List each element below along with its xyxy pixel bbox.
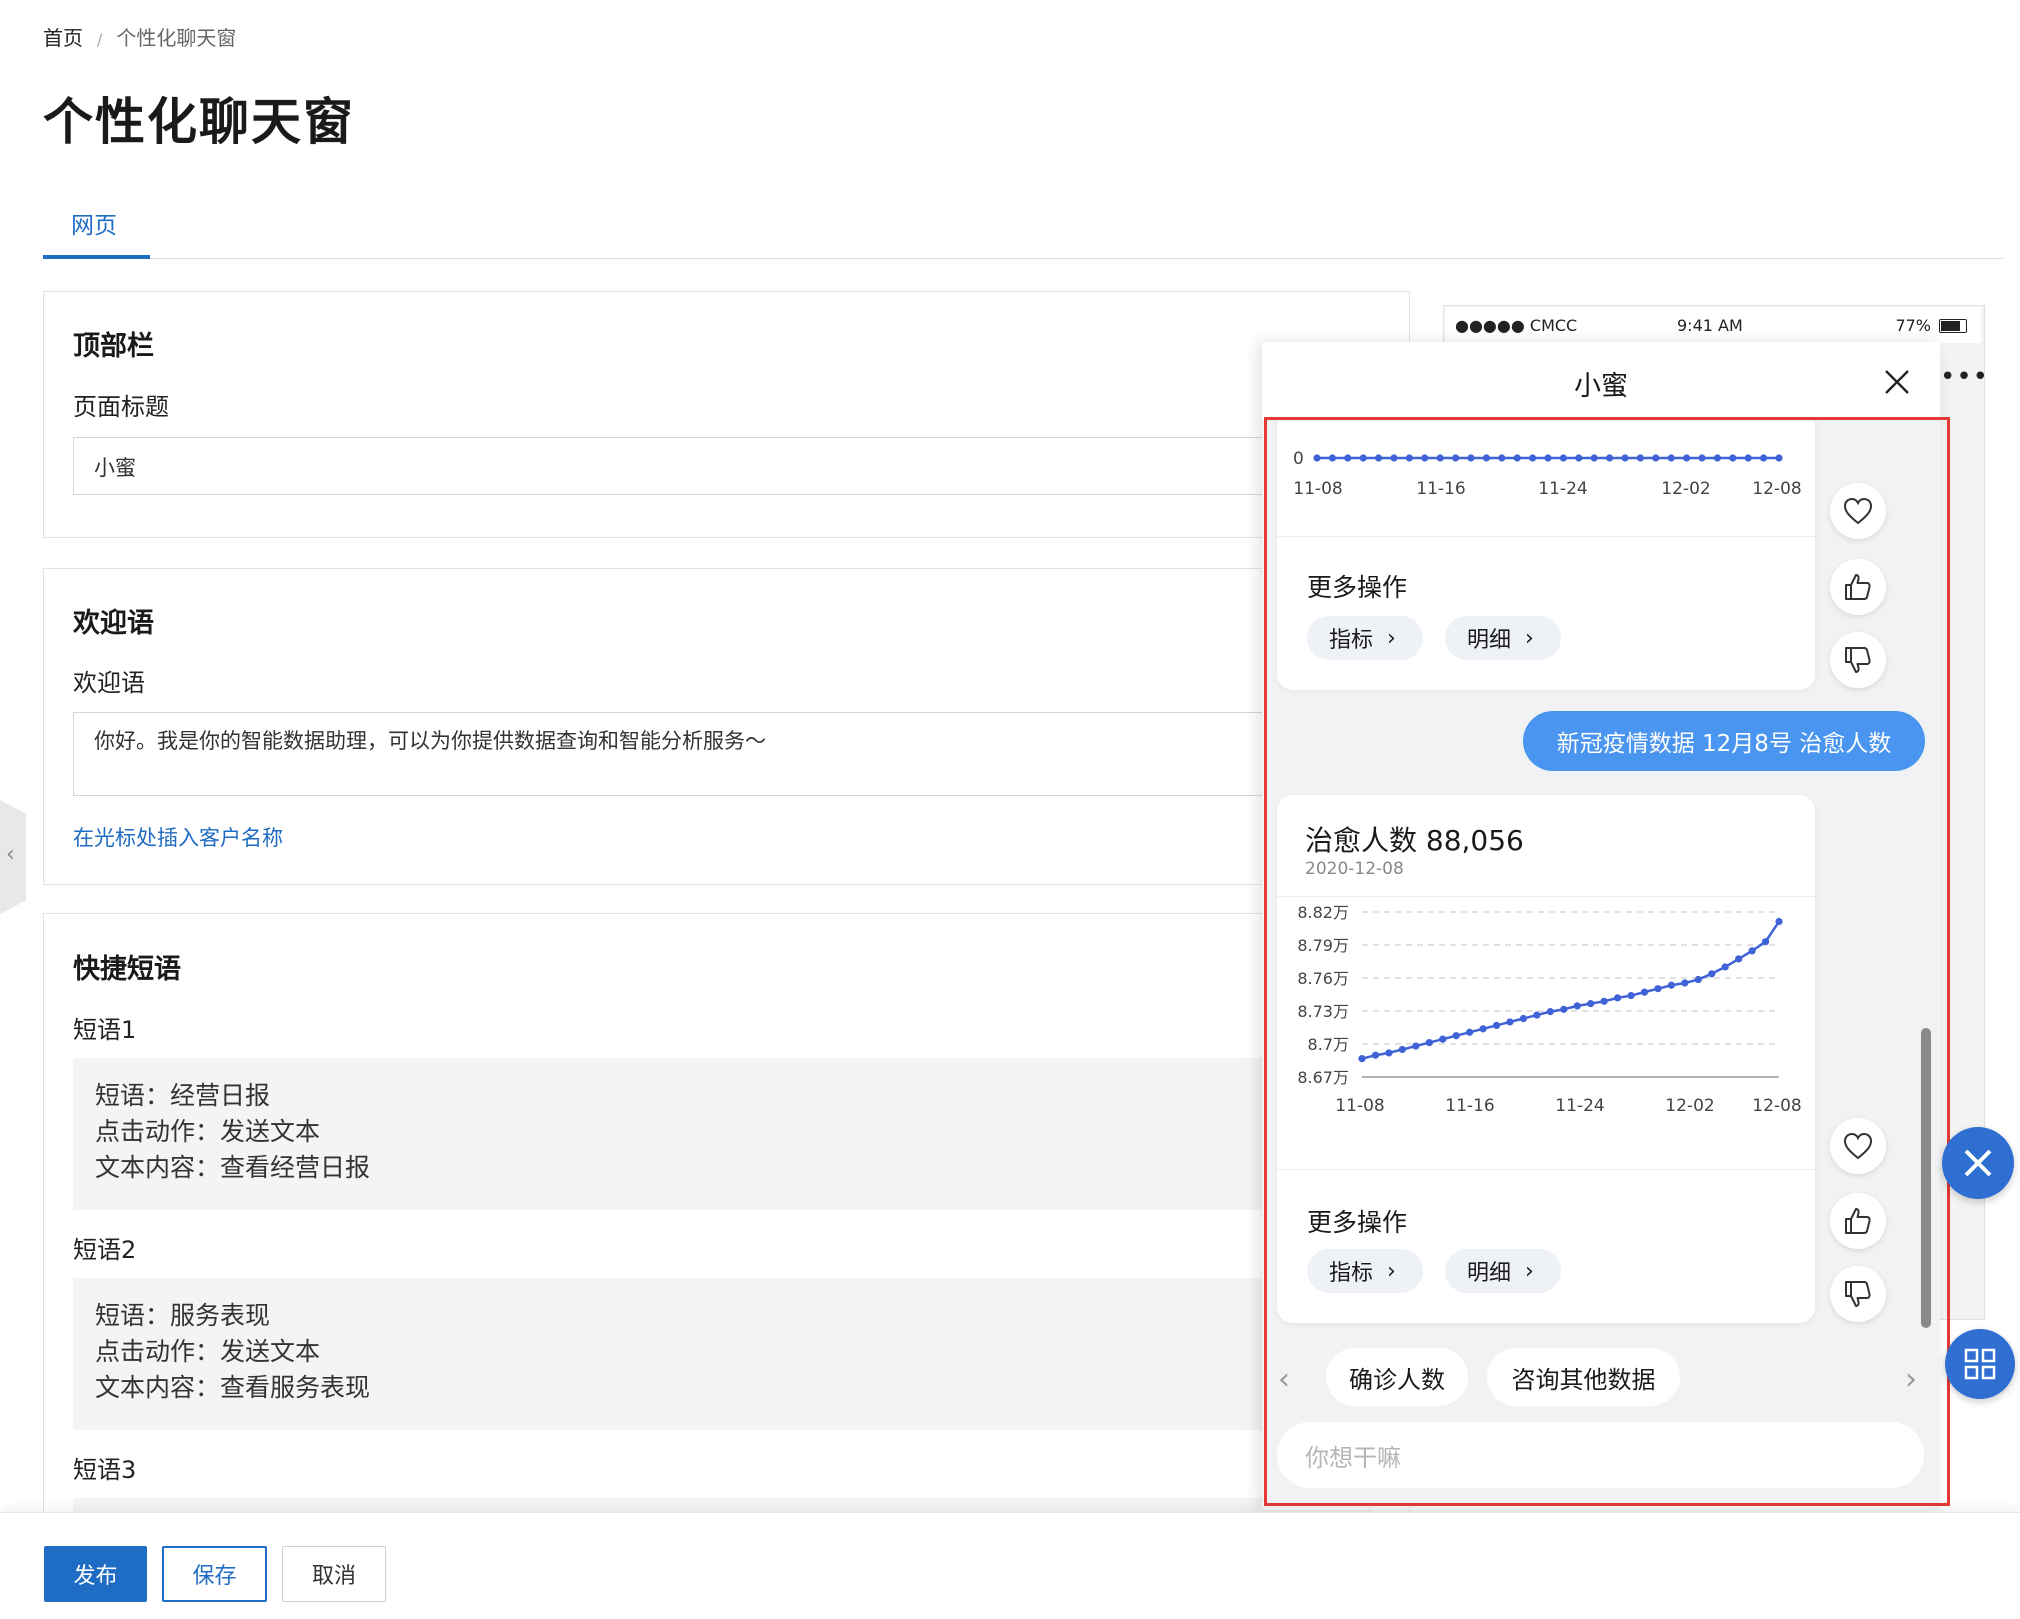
tab-active-indicator <box>43 255 150 259</box>
close-icon[interactable] <box>1884 369 1910 395</box>
phrase-2-action: 点击动作：发送文本 <box>95 1337 321 1366</box>
topbar-card: 顶部栏 页面标题 小蜜 <box>43 291 1410 538</box>
page-title: 个性化聊天窗 <box>43 93 355 151</box>
shortcuts-section-title: 快捷短语 <box>73 954 181 985</box>
save-button[interactable]: 保存 <box>162 1546 267 1602</box>
phone-status-bar: ●●●●● CMCC 9:41 AM 77% <box>1445 307 1981 343</box>
phrase-2-content: 文本内容：查看服务表现 <box>95 1373 371 1402</box>
page-title-label: 页面标题 <box>73 393 169 421</box>
side-collapse-handle[interactable]: ‹ <box>0 800 26 914</box>
topbar-section-title: 顶部栏 <box>73 331 154 362</box>
phrase-1-action: 点击动作：发送文本 <box>95 1117 321 1146</box>
cancel-button[interactable]: 取消 <box>282 1546 386 1602</box>
welcome-textarea[interactable]: 你好。我是你的智能数据助理，可以为你提供数据查询和智能分析服务～ <box>73 712 1373 796</box>
floating-close-button[interactable] <box>1942 1127 2014 1199</box>
phrase-2-text: 短语：服务表现 <box>95 1301 271 1330</box>
breadcrumb-current: 个性化聊天窗 <box>116 26 237 50</box>
status-time: 9:41 AM <box>1677 316 1743 335</box>
more-menu-icon[interactable]: ••• <box>1940 362 1989 392</box>
page-title-input[interactable]: 小蜜 <box>73 437 1373 495</box>
phrase-2-box[interactable]: 短语：服务表现 点击动作：发送文本 文本内容：查看服务表现 <box>73 1278 1373 1430</box>
battery-percent: 77% <box>1895 316 1931 335</box>
publish-button[interactable]: 发布 <box>44 1546 147 1602</box>
chat-title: 小蜜 <box>1574 371 1628 402</box>
highlight-frame <box>1264 417 1950 1506</box>
welcome-card: 欢迎语 欢迎语 你好。我是你的智能数据助理，可以为你提供数据查询和智能分析服务～… <box>43 568 1410 885</box>
breadcrumb-separator: / <box>97 30 103 49</box>
phrase-1-content: 文本内容：查看经营日报 <box>95 1153 371 1182</box>
welcome-section-title: 欢迎语 <box>73 608 154 639</box>
tabs-divider <box>43 258 2003 259</box>
shortcuts-card: 快捷短语 短语1 短语：经营日报 点击动作：发送文本 文本内容：查看经营日报 短… <box>43 913 1410 1558</box>
phrase-2-label: 短语2 <box>73 1236 137 1264</box>
breadcrumb: 首页 / 个性化聊天窗 <box>43 22 236 51</box>
close-icon <box>1964 1149 1992 1177</box>
phrase-3-label: 短语3 <box>73 1456 137 1484</box>
chat-header: 小蜜 <box>1262 342 1940 421</box>
battery-icon <box>1939 319 1967 333</box>
insert-customer-name-link[interactable]: 在光标处插入客户名称 <box>73 822 283 852</box>
tab-web[interactable]: 网页 <box>71 206 117 240</box>
phrase-1-box[interactable]: 短语：经营日报 点击动作：发送文本 文本内容：查看经营日报 <box>73 1058 1373 1210</box>
grid-icon <box>1964 1348 1996 1380</box>
breadcrumb-home[interactable]: 首页 <box>43 26 83 50</box>
carrier-signal: ●●●●● CMCC <box>1455 316 1578 335</box>
chevron-left-icon: ‹ <box>6 842 15 867</box>
floating-apps-button[interactable] <box>1945 1329 2015 1399</box>
welcome-label: 欢迎语 <box>73 669 145 697</box>
phrase-1-text: 短语：经营日报 <box>95 1081 271 1110</box>
phrase-1-label: 短语1 <box>73 1016 137 1044</box>
